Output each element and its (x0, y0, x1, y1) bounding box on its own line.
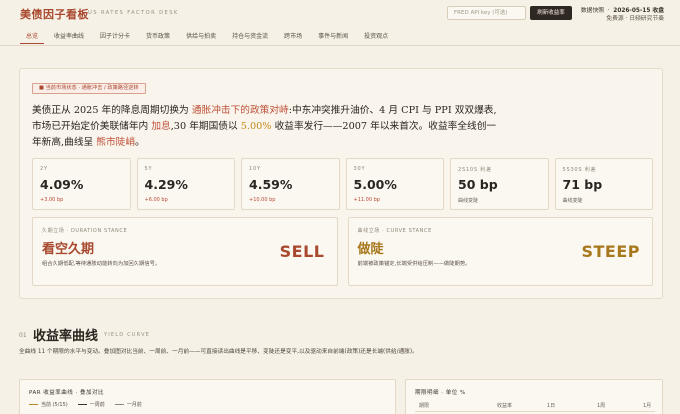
stat-value: 50 bp (458, 177, 498, 192)
tab-positioning-flows[interactable]: 持仓与资金流 (226, 28, 274, 44)
table-header-1w: 1周 (597, 403, 606, 409)
stat-value: 71 bp (562, 177, 603, 192)
table-header-tenor: 期限 (419, 403, 430, 409)
table-header-yield: 收益率 (497, 403, 513, 409)
alert-dot-icon: ■ (39, 85, 44, 91)
legend-swatch (77, 403, 87, 406)
tab-factor-scorecard[interactable]: 因子计分卡 (94, 28, 136, 44)
stat-value: 4.09% (40, 177, 84, 192)
stat-card-30y: 30Y 5.00% +11.00 bp (345, 158, 444, 210)
stat-card-2s10s: 2S10S 利差 50 bp 曲线变陡 (450, 158, 549, 210)
stat-label: 10Y (249, 166, 261, 172)
headline-highlight: 熊市陡峭 (96, 137, 136, 148)
legend-swatch (29, 403, 38, 406)
stat-change: +3.00 bp (40, 197, 64, 203)
fred-api-key-input[interactable]: FRED API key (可选) (447, 6, 526, 20)
headline-text: 美债正从 2025 年的降息周期切换为 (32, 105, 192, 116)
stat-card-2y: 2Y 4.09% +3.00 bp (32, 158, 131, 210)
stat-value: 4.29% (144, 177, 188, 192)
stat-change: +11.00 bp (353, 197, 380, 203)
legend-label: 当前 (5/15) (41, 402, 68, 408)
legend-item-current[interactable]: 当前 (5/15) (29, 401, 68, 408)
headline-text: 。 (135, 137, 145, 148)
headline-highlight: 通胀冲击下的政策对峙 (191, 105, 289, 116)
brand-title: 美债因子看板 (20, 8, 89, 21)
stat-value: 5.00% (353, 177, 397, 192)
stance-description: 前端被政策锚定,长端受供给压制——做陡期势。 (357, 261, 471, 267)
section-title: 收益率曲线 (33, 329, 99, 344)
stat-label: 2Y (40, 166, 48, 172)
main-nav: 总览 收益率曲线 因子计分卡 货币政策 供给与拍卖 持仓与资金流 跨市场 事件与… (20, 28, 398, 44)
headline-highlight: 5.00% (240, 121, 272, 132)
headline-highlight: 加息 (151, 121, 171, 132)
tab-cross-market[interactable]: 跨市场 (278, 28, 308, 44)
table-header-1m: 1月 (643, 403, 652, 409)
stance-label: 久期立场 · DURATION STANCE (42, 228, 128, 234)
table-divider (415, 411, 655, 412)
tab-overview[interactable]: 总览 (20, 28, 45, 44)
legend-swatch (114, 403, 124, 406)
refresh-yields-button[interactable]: 刷新收益率 (530, 6, 572, 20)
nav-divider (0, 45, 680, 46)
stat-change: 曲线变陡 (562, 198, 583, 204)
stat-label: 5S30S 利差 (562, 167, 597, 173)
tab-yield-curve[interactable]: 收益率曲线 (48, 28, 90, 44)
stat-change: +6.00 bp (144, 197, 168, 203)
snapshot-label: 数据快照 (580, 8, 605, 14)
chart-legend: 当前 (5/15) 一周前 一月前 (29, 401, 142, 408)
stat-change: 曲线变陡 (458, 198, 479, 204)
tab-investment-view[interactable]: 投资观点 (358, 28, 394, 44)
stance-action: SELL (279, 242, 325, 261)
stat-card-5y: 5Y 4.29% +6.00 bp (136, 158, 235, 210)
legend-label: 一月前 (126, 402, 142, 408)
yield-curve-chart-card: PAR 收益率曲线 · 叠加对比 当前 (5/15) 一周前 一月前 (19, 379, 396, 414)
tab-supply-auctions[interactable]: 供给与拍卖 (180, 28, 222, 44)
regime-alert-badge: ■ 当前市场状态 · 通胀冲击 / 政策路径逆转 (32, 83, 146, 94)
headline-text: ,30 年期国债以 (170, 121, 241, 132)
market-regime-card: ■ 当前市场状态 · 通胀冲击 / 政策路径逆转 美债正从 2025 年的降息周… (19, 68, 663, 299)
tenor-detail-table-card: 期限明细 · 单位 % 期限 收益率 1日 1周 1月 (405, 379, 663, 414)
stat-card-10y: 10Y 4.59% +10.00 bp (241, 158, 340, 210)
stat-value: 4.59% (249, 177, 293, 192)
table-title: 期限明细 · 单位 % (415, 390, 466, 396)
stat-label: 5Y (144, 166, 153, 172)
stat-label: 2S10S 利差 (458, 167, 492, 173)
stat-change: +10.00 bp (249, 197, 276, 203)
legend-item-week-ago[interactable]: 一周前 (77, 401, 105, 408)
section-number: 01 (19, 332, 27, 339)
alert-text: 当前市场状态 · 通胀冲击 / 政策路径逆转 (45, 85, 139, 91)
legend-label: 一周前 (89, 402, 105, 408)
stance-title: 做陡 (357, 242, 384, 257)
tab-monetary-policy[interactable]: 货币政策 (140, 28, 176, 44)
brand-subtitle: US RATES FACTOR DESK (88, 10, 179, 16)
table-header-1d: 1日 (547, 403, 556, 409)
stat-label: 30Y (353, 166, 366, 172)
stance-label: 曲线立场 · CURVE STANCE (357, 228, 432, 234)
legend-item-month-ago[interactable]: 一月前 (114, 401, 142, 408)
stance-description: 组合久期低配,等待通胀动能转向为加回久期信号。 (42, 261, 161, 267)
stance-row: 久期立场 · DURATION STANCE 看空久期 组合久期低配,等待通胀动… (32, 217, 653, 286)
regime-headline: 美债正从 2025 年的降息周期切换为 通胀冲击下的政策对峙:中东冲突推升油价、… (32, 103, 502, 151)
snapshot-source: 免费源 · 日频研究节奏 (606, 16, 664, 22)
curve-stance-card: 曲线立场 · CURVE STANCE 做陡 前端被政策锚定,长端受供给压制——… (347, 217, 653, 286)
tab-events-news[interactable]: 事件与新闻 (312, 28, 354, 44)
key-yields-row: 2Y 4.09% +3.00 bp 5Y 4.29% +6.00 bp 10Y … (32, 158, 653, 210)
chart-title: PAR 收益率曲线 · 叠加对比 (29, 390, 105, 396)
table-header-row: 期限 收益率 1日 1周 1月 (415, 402, 655, 411)
stance-title: 看空久期 (42, 242, 95, 257)
stat-card-5s30s: 5S30S 利差 71 bp 曲线变陡 (554, 158, 653, 210)
duration-stance-card: 久期立场 · DURATION STANCE 看空久期 组合久期低配,等待通胀动… (32, 217, 338, 286)
section-description: 全曲线 11 个期限的水平与变动。叠加图对比当前、一周前、一月前——可直接读出曲… (19, 349, 418, 355)
section-subtitle: YIELD CURVE (104, 332, 151, 338)
stance-action: STEEP (581, 242, 640, 261)
